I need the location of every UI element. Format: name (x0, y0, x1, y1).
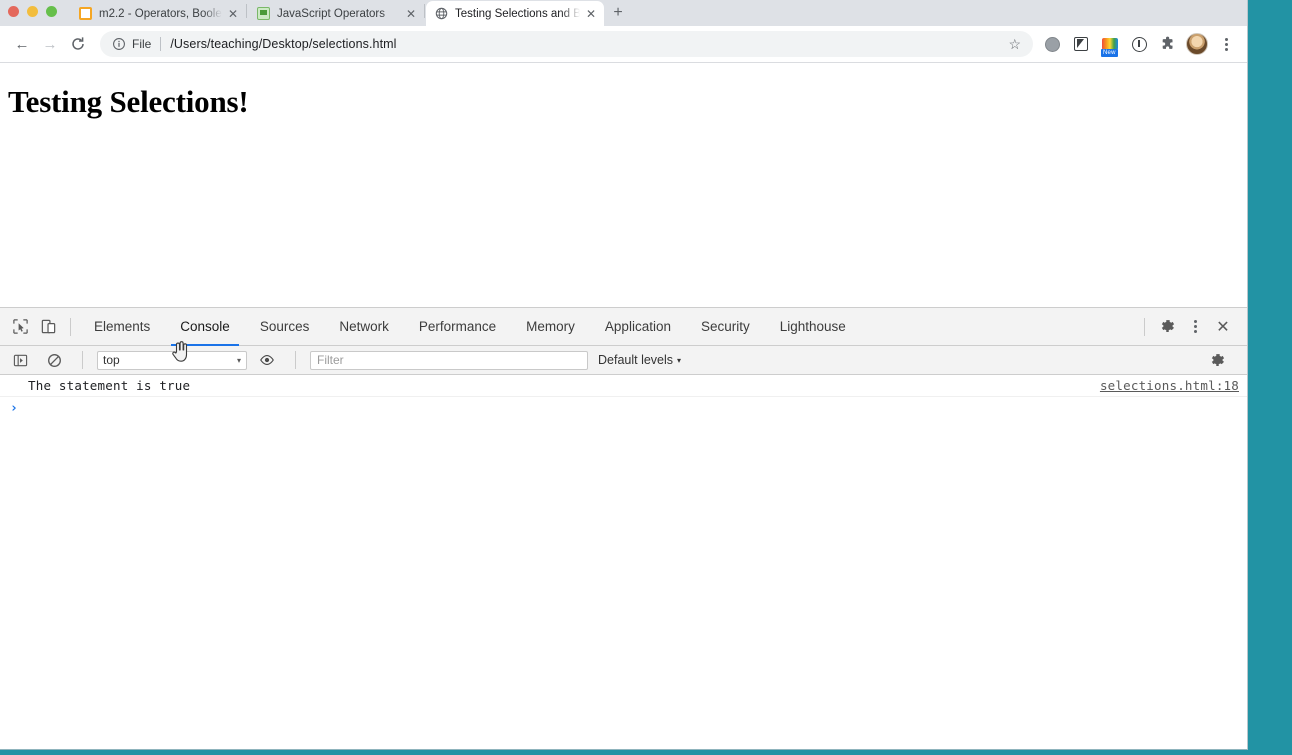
inspect-element-icon[interactable] (6, 313, 34, 341)
console-context-value: top (103, 353, 120, 367)
clear-console-icon[interactable] (40, 346, 68, 374)
devtools-panel: Elements Console Sources Network Perform… (0, 307, 1247, 739)
new-tab-button[interactable]: + (604, 0, 632, 26)
close-devtools-button[interactable]: ✕ (1209, 313, 1237, 341)
console-toolbar: top ▾ Filter Default levels ▾ (0, 346, 1247, 375)
address-bar[interactable]: File /Users/teaching/Desktop/selections.… (100, 31, 1033, 57)
devtools-toolbar-divider (70, 317, 71, 336)
devtools-more-icon[interactable] (1181, 313, 1209, 341)
kebab-menu-icon[interactable] (1213, 31, 1239, 57)
back-button[interactable]: ← (8, 30, 36, 58)
reload-button[interactable] (64, 30, 92, 58)
browser-tab-3-active[interactable]: Testing Selections and Boolea ✕ (426, 1, 604, 26)
page-viewport: Testing Selections! (0, 63, 1247, 307)
avatar[interactable] (1184, 31, 1210, 57)
console-message-text: The statement is true (28, 378, 191, 393)
extension-info-icon[interactable] (1126, 31, 1152, 57)
toolbar-icons: New (1039, 31, 1239, 57)
console-prompt-row[interactable]: › (0, 397, 1247, 420)
extension-note-icon[interactable] (1068, 31, 1094, 57)
device-toolbar-icon[interactable] (34, 313, 62, 341)
extension-gray-icon[interactable] (1039, 31, 1065, 57)
devtools-tab-lighthouse[interactable]: Lighthouse (765, 308, 861, 346)
browser-tab-2-title: JavaScript Operators (277, 7, 386, 20)
globe-icon (435, 7, 448, 20)
console-source-link[interactable]: selections.html:18 (1100, 378, 1239, 393)
devtools-tab-network[interactable]: Network (324, 308, 404, 346)
browser-toolbar: ← → File /Users/teaching/Desktop/selecti… (0, 26, 1247, 63)
close-tab-1-button[interactable]: ✕ (226, 7, 240, 21)
devtools-tab-elements[interactable]: Elements (79, 308, 165, 346)
browser-tab-3-title: Testing Selections and Boolea (455, 7, 580, 20)
minimize-window-button[interactable] (27, 6, 38, 17)
extension-rainbow-icon[interactable]: New (1097, 31, 1123, 57)
gear-icon[interactable] (1203, 346, 1231, 374)
close-tab-2-button[interactable]: ✕ (404, 7, 418, 21)
forward-button[interactable]: → (36, 30, 64, 58)
console-sidebar-icon[interactable] (6, 346, 34, 374)
console-output[interactable]: The statement is true selections.html:18… (0, 375, 1247, 739)
console-filter-divider (295, 351, 296, 369)
browser-tab-1[interactable]: m2.2 - Operators, Booleans & ✕ (70, 1, 246, 26)
devtools-tab-performance[interactable]: Performance (404, 308, 511, 346)
desktop-background: m2.2 - Operators, Booleans & ✕ JavaScrip… (0, 0, 1292, 755)
console-toolbar-actions (1203, 346, 1241, 374)
devtools-actions-divider (1144, 317, 1145, 336)
console-filter-placeholder: Filter (317, 353, 344, 367)
console-levels-label: Default levels (598, 353, 674, 367)
maximize-window-button[interactable] (46, 6, 57, 17)
chevron-down-icon: ▾ (236, 355, 241, 365)
chevron-down-icon: ▾ (677, 355, 682, 365)
window-traffic-lights (8, 6, 57, 17)
devtools-tab-application[interactable]: Application (590, 308, 686, 346)
url-scheme-label: File (132, 37, 152, 51)
console-message-row[interactable]: The statement is true selections.html:18 (0, 375, 1247, 397)
gear-icon[interactable] (1153, 313, 1181, 341)
close-tab-3-button[interactable]: ✕ (584, 7, 598, 21)
browser-tab-2[interactable]: JavaScript Operators ✕ (248, 1, 424, 26)
devtools-tab-console[interactable]: Console (165, 308, 245, 346)
tab-strip: m2.2 - Operators, Booleans & ✕ JavaScrip… (0, 0, 1247, 26)
browser-tabs: m2.2 - Operators, Booleans & ✕ JavaScrip… (70, 0, 632, 26)
browser-window: m2.2 - Operators, Booleans & ✕ JavaScrip… (0, 0, 1248, 750)
extension-new-badge: New (1101, 49, 1118, 57)
devtools-tabs: Elements Console Sources Network Perform… (79, 308, 861, 346)
green-square-icon (257, 7, 270, 20)
devtools-tabbar-actions: ✕ (1136, 313, 1247, 341)
bookmark-star-icon[interactable]: ☆ (1008, 36, 1021, 53)
devtools-tab-memory[interactable]: Memory (511, 308, 590, 346)
puzzle-icon[interactable] (1155, 31, 1181, 57)
orange-square-icon (79, 7, 92, 20)
tab-separator (424, 4, 425, 18)
console-context-select[interactable]: top ▾ (97, 350, 247, 370)
live-expression-icon[interactable] (253, 346, 281, 374)
browser-tab-1-title: m2.2 - Operators, Booleans & (99, 7, 222, 20)
page-title: Testing Selections! (8, 84, 249, 119)
site-info-icon[interactable] (112, 37, 126, 51)
console-prompt-caret: › (10, 401, 18, 416)
close-window-button[interactable] (8, 6, 19, 17)
url-text: /Users/teaching/Desktop/selections.html (170, 37, 397, 51)
tab-separator (246, 4, 247, 18)
devtools-tabbar: Elements Console Sources Network Perform… (0, 308, 1247, 346)
omnibox-divider (160, 37, 162, 51)
console-levels-dropdown[interactable]: Default levels ▾ (598, 353, 681, 367)
devtools-tab-sources[interactable]: Sources (245, 308, 325, 346)
console-toolbar-divider (82, 351, 83, 369)
devtools-tab-security[interactable]: Security (686, 308, 765, 346)
console-filter-input[interactable]: Filter (310, 350, 588, 370)
